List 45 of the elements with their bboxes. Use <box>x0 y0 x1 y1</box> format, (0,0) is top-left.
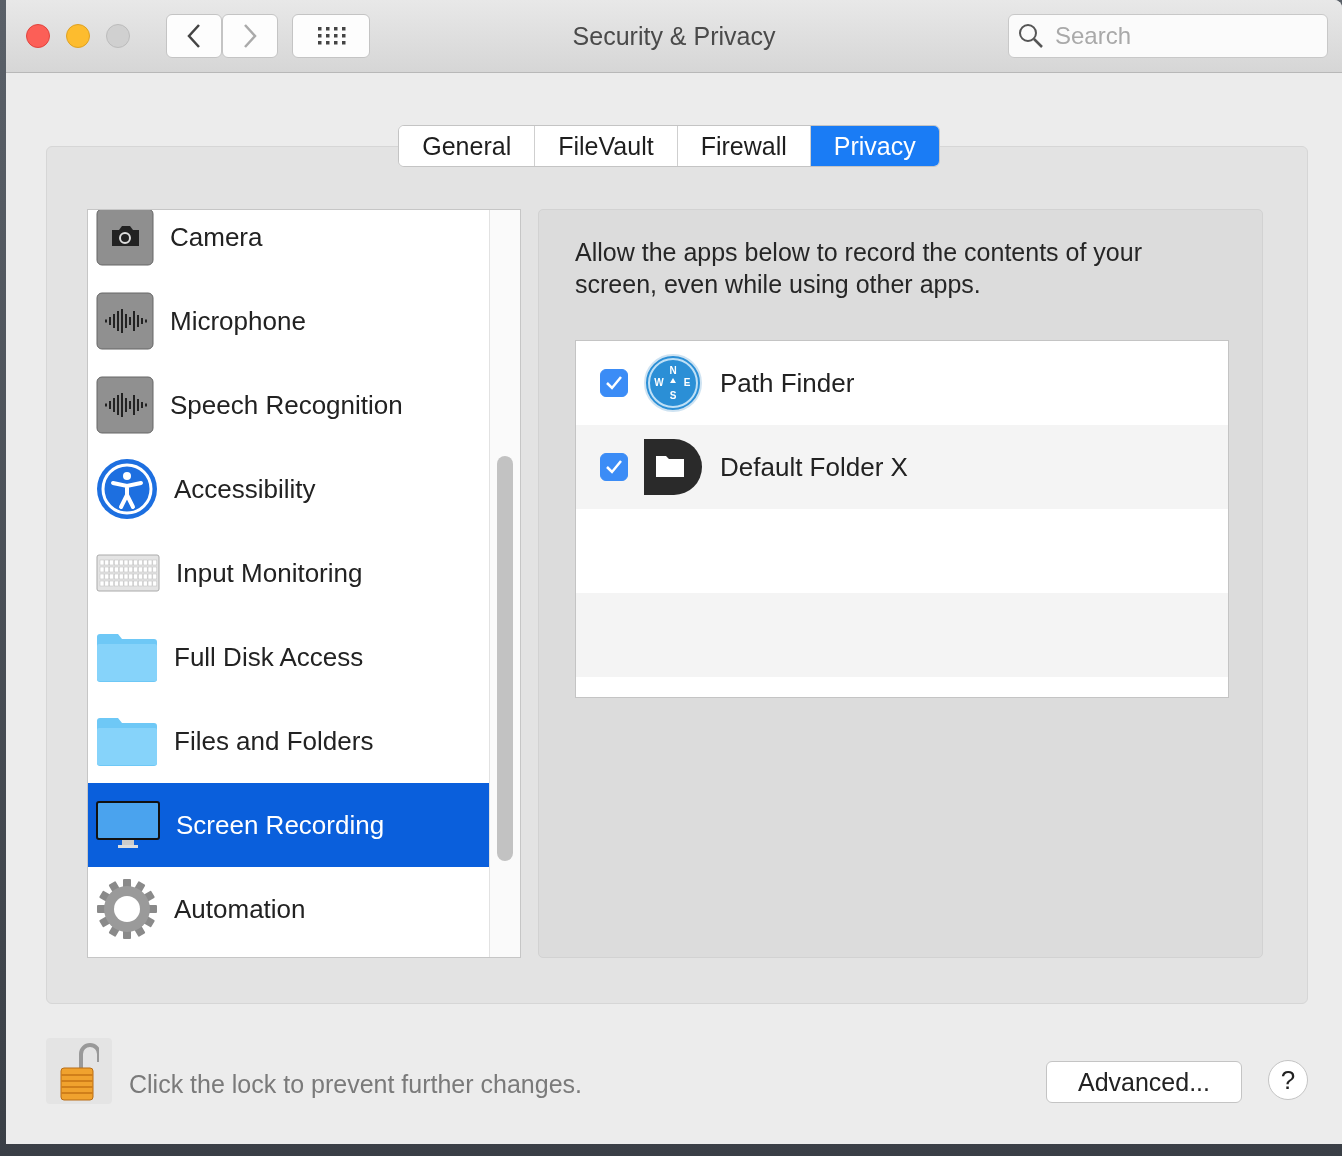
scrollbar-thumb[interactable] <box>497 456 513 861</box>
search-icon <box>1018 23 1044 49</box>
sidebar-item[interactable]: Speech Recognition <box>88 363 489 447</box>
app-row[interactable]: Default Folder X <box>576 425 1228 509</box>
checkmark-icon <box>605 459 623 475</box>
description-text: Allow the apps below to record the contents of your screen, even while using other apps. <box>575 237 1143 300</box>
checkmark-icon <box>605 375 623 391</box>
advanced-button[interactable]: Advanced... <box>1046 1061 1242 1103</box>
folder-icon <box>96 631 158 683</box>
gear-icon <box>96 878 158 940</box>
accessibility-icon <box>96 458 158 520</box>
sidebar-item[interactable]: Full Disk Access <box>88 615 489 699</box>
show-all-button[interactable] <box>292 14 370 58</box>
sound-wave-icon <box>96 376 154 434</box>
sound-wave-icon <box>96 292 154 350</box>
search-field[interactable]: Search <box>1008 14 1328 58</box>
sidebar-item[interactable]: Screen Recording <box>88 783 489 867</box>
app-name: Path Finder <box>720 367 855 399</box>
display-icon <box>96 801 160 849</box>
back-chevron-icon <box>187 23 201 49</box>
tab[interactable]: Privacy <box>809 126 939 166</box>
sidebar-item[interactable]: Input Monitoring <box>88 531 489 615</box>
sidebar-item[interactable]: Accessibility <box>88 447 489 531</box>
minimize-button[interactable] <box>66 24 90 48</box>
folder-icon <box>96 715 158 767</box>
forward-chevron-icon <box>243 23 257 49</box>
sidebar-item[interactable]: Automation <box>88 867 489 951</box>
grid-icon <box>316 27 346 45</box>
sidebar-item[interactable]: Camera <box>88 210 489 279</box>
lock-button[interactable] <box>46 1038 112 1104</box>
app-name: Default Folder X <box>720 451 908 483</box>
window-title: Security & Privacy <box>572 21 776 50</box>
sidebar-item[interactable]: Files and Folders <box>88 699 489 783</box>
checkbox[interactable] <box>600 453 628 481</box>
sidebar-item[interactable]: Microphone <box>88 279 489 363</box>
open-padlock-icon <box>59 1040 99 1102</box>
compass-icon: N E S W <box>644 354 702 412</box>
lock-hint-text: Click the lock to prevent further changes. <box>129 1069 582 1099</box>
back-button[interactable] <box>166 14 222 58</box>
camera-icon <box>96 210 154 266</box>
help-button[interactable]: ? <box>1268 1060 1308 1100</box>
keyboard-icon <box>96 553 160 593</box>
close-button[interactable] <box>26 24 50 48</box>
folder-d-icon <box>644 439 702 495</box>
checkbox[interactable] <box>600 369 628 397</box>
